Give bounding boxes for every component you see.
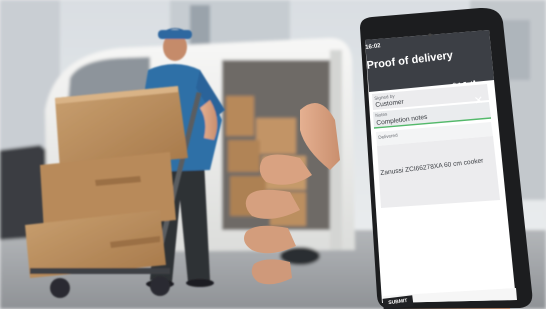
photo-frame: 16:02 ⚙◆▼◢▮ Proof of delivery ✕ Signed b… bbox=[0, 0, 546, 309]
close-icon[interactable]: ✕ bbox=[473, 93, 484, 107]
photo-scene bbox=[0, 0, 546, 309]
